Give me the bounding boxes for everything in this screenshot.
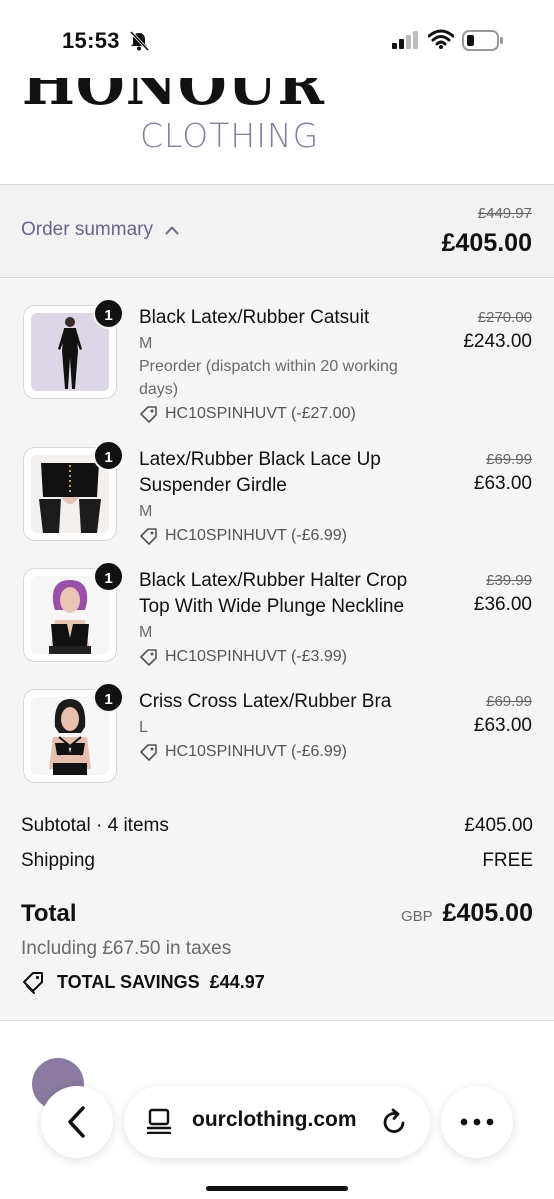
quantity-badge: 1 <box>93 561 124 592</box>
battery-icon <box>462 30 503 51</box>
url-text: ourclothing.com <box>192 1108 357 1131</box>
product-variant: L <box>139 719 148 736</box>
more-icon <box>460 1118 494 1126</box>
discount-code: HC10SPINHUVT (-£6.99) <box>139 741 439 763</box>
tag-icon <box>140 744 157 761</box>
product-price: £63.00 <box>473 473 532 494</box>
bell-slash-icon <box>129 30 150 52</box>
discount-code: HC10SPINHUVT (-£27.00) <box>139 403 439 425</box>
savings-tag-icon <box>23 972 43 994</box>
order-details: 1 Black Latex/Rubber Catsuit M Preorder … <box>0 279 554 1021</box>
order-summary-label: Order summary <box>21 219 153 240</box>
shipping-row: Shipping FREE <box>21 850 533 872</box>
summary-total-price: £405.00 <box>441 229 532 257</box>
product-variant: M <box>139 335 153 352</box>
product-preorder-note: Preorder (dispatch within 20 working day… <box>139 358 398 398</box>
brand-logo[interactable]: HONOUR CLOTHING <box>22 78 342 158</box>
product-thumbnail: 1 <box>23 440 124 541</box>
status-bar: 15:53 <box>0 0 554 80</box>
product-price: £243.00 <box>463 331 532 352</box>
total-row: Total GBP £405.00 <box>21 899 533 928</box>
tag-icon <box>140 406 157 423</box>
signal-icon <box>392 31 418 49</box>
product-variant: M <box>139 503 153 520</box>
product-title: Black Latex/Rubber Halter Crop Top With … <box>139 570 408 617</box>
logo-subtitle: CLOTHING <box>140 116 320 155</box>
subtotal-label: Subtotal · 4 items <box>21 815 169 836</box>
tag-icon <box>140 649 157 666</box>
product-title: Criss Cross Latex/Rubber Bra <box>139 691 392 712</box>
address-bar[interactable]: ourclothing.com <box>124 1086 430 1158</box>
summary-compare-price: £449.97 <box>477 205 532 222</box>
discount-code-text: HC10SPINHUVT (-£27.00) <box>165 405 356 422</box>
shipping-value: FREE <box>482 850 533 871</box>
reload-icon[interactable] <box>382 1108 408 1136</box>
more-button[interactable] <box>441 1086 513 1158</box>
product-title: Black Latex/Rubber Catsuit <box>139 307 370 328</box>
product-thumbnail: 1 <box>23 561 124 662</box>
wifi-icon <box>428 29 454 49</box>
product-thumbnail: 1 <box>23 298 124 399</box>
product-compare-price: £69.99 <box>486 693 532 710</box>
quantity-badge: 1 <box>93 682 124 713</box>
product-compare-price: £69.99 <box>486 451 532 468</box>
discount-code: HC10SPINHUVT (-£3.99) <box>139 646 439 668</box>
shipping-label: Shipping <box>21 850 95 871</box>
total-currency: GBP <box>400 908 433 925</box>
status-time: 15:53 <box>62 28 120 53</box>
reader-icon[interactable] <box>146 1108 172 1134</box>
logo-wordmark: HONOUR <box>22 78 326 118</box>
product-variant: M <box>139 624 153 641</box>
product-compare-price: £39.99 <box>486 572 532 589</box>
savings-value: £44.97 <box>209 971 265 992</box>
product-compare-price: £270.00 <box>477 309 532 326</box>
quantity-badge: 1 <box>93 440 124 471</box>
discount-code: HC10SPINHUVT (-£6.99) <box>139 525 439 547</box>
discount-code-text: HC10SPINHUVT (-£6.99) <box>165 743 347 760</box>
savings-label: TOTAL SAVINGS <box>57 971 200 992</box>
product-thumbnail: 1 <box>23 682 124 783</box>
product-price: £63.00 <box>473 715 532 736</box>
discount-code-text: HC10SPINHUVT (-£6.99) <box>165 527 347 544</box>
discount-code-text: HC10SPINHUVT (-£3.99) <box>165 648 347 665</box>
home-indicator[interactable] <box>206 1186 348 1191</box>
product-title: Latex/Rubber Black Lace Up Suspender Gir… <box>139 449 381 496</box>
subtotal-row: Subtotal · 4 items £405.00 <box>21 815 533 837</box>
total-label: Total <box>21 900 77 927</box>
taxes-note: Including £67.50 in taxes <box>21 938 232 959</box>
back-button[interactable] <box>41 1086 113 1158</box>
chevron-up-icon <box>165 226 179 235</box>
quantity-badge: 1 <box>93 298 124 329</box>
subtotal-value: £405.00 <box>464 815 533 836</box>
back-icon <box>68 1106 85 1138</box>
tag-icon <box>140 528 157 545</box>
total-amount: £405.00 <box>442 899 533 927</box>
order-summary-toggle[interactable]: Order summary <box>21 219 179 241</box>
total-savings: TOTAL SAVINGS £44.97 <box>21 970 265 994</box>
order-summary-bar: Order summary £449.97 £405.00 <box>0 184 554 278</box>
product-price: £36.00 <box>473 594 532 615</box>
